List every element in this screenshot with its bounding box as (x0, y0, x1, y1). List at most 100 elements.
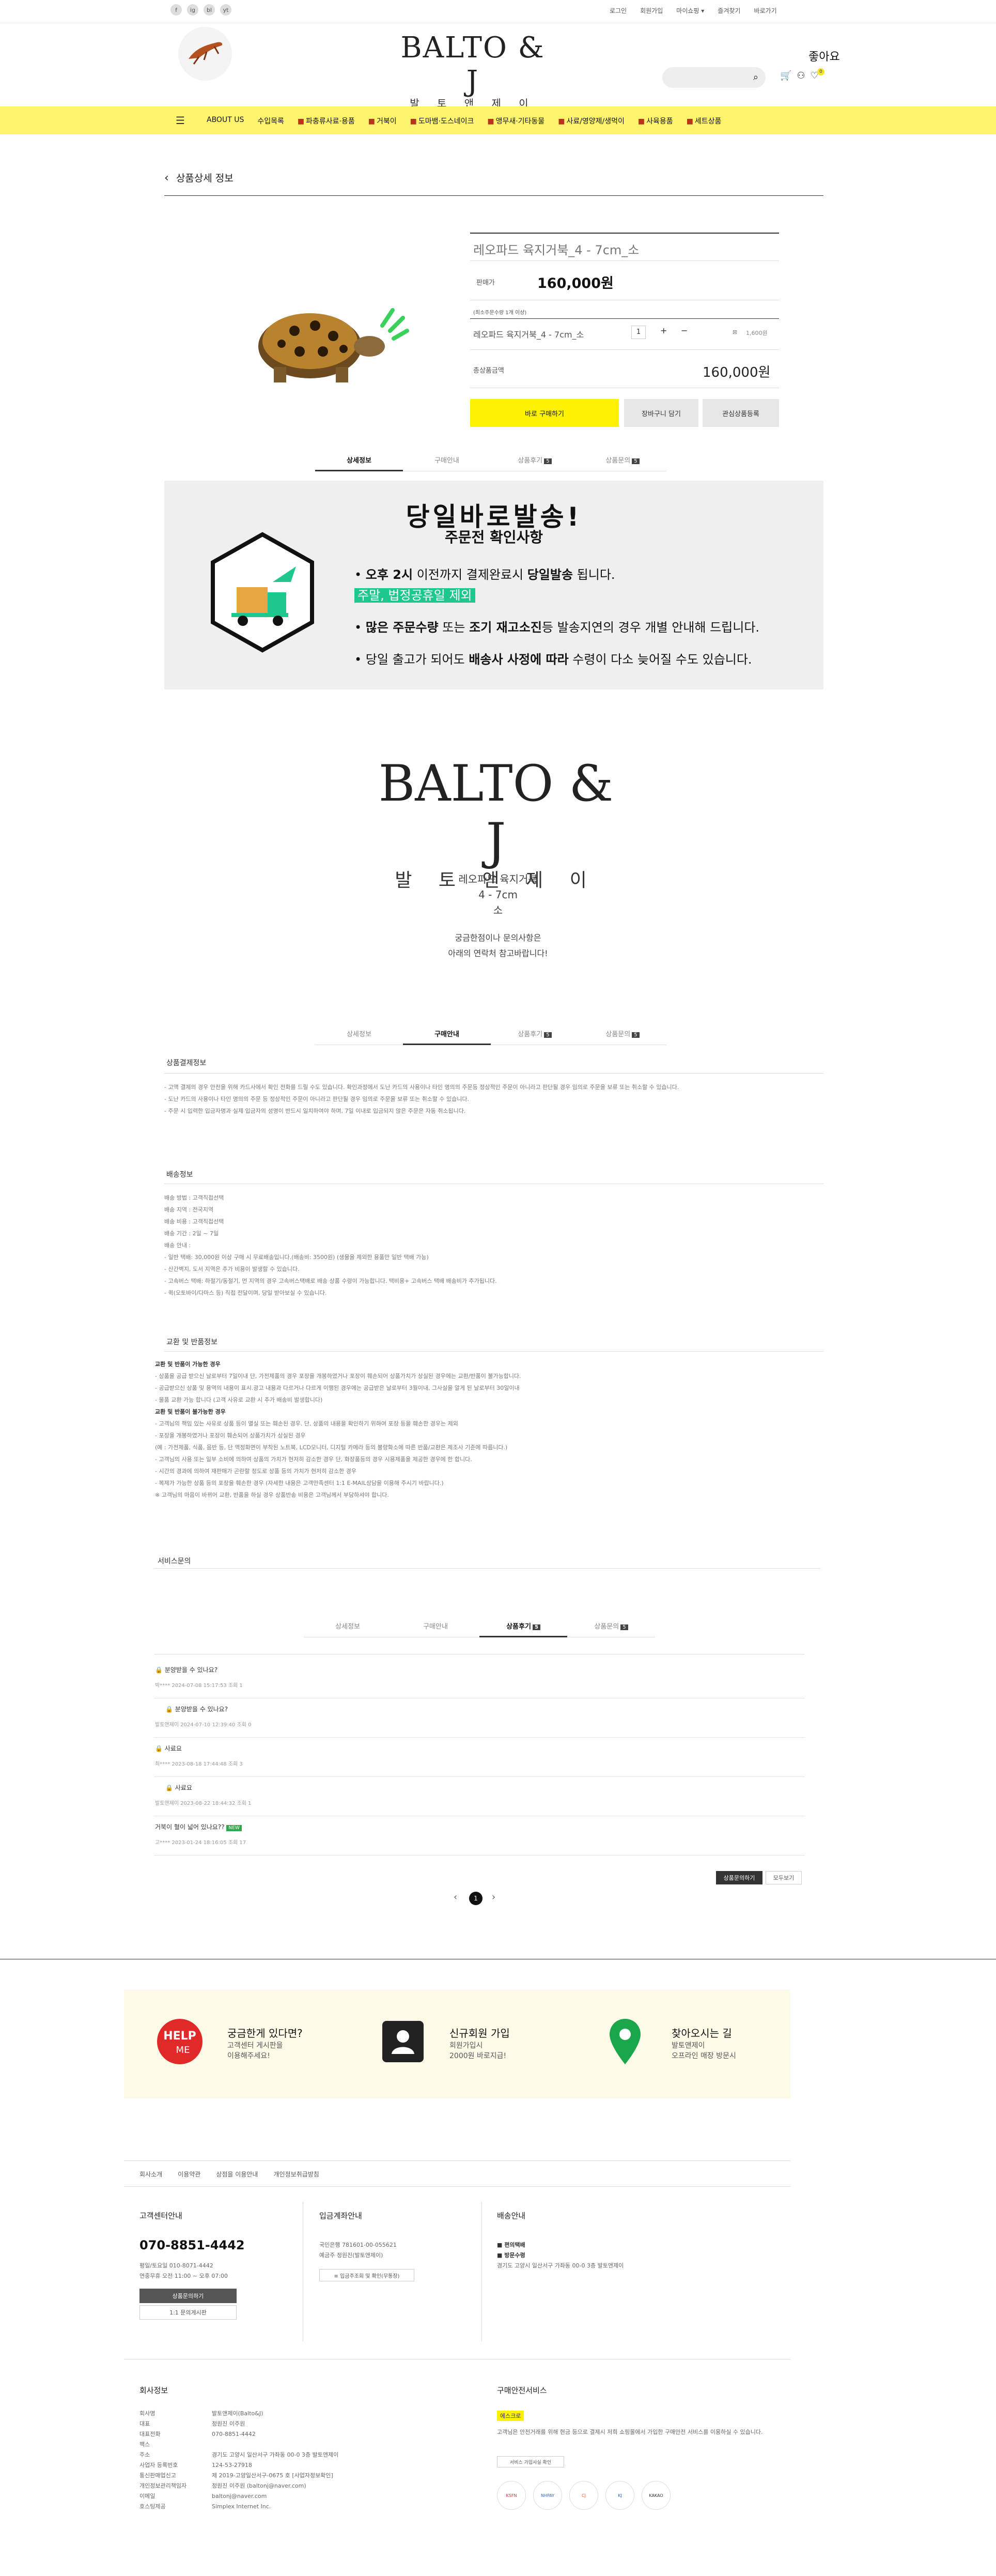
review-row[interactable]: 🔒 사료요 최**** 2023-08-18 17:44:48 조회 3 (154, 1738, 805, 1777)
tab-detail[interactable]: 상세정보 (315, 1023, 403, 1045)
bookmark-link[interactable]: 즐겨찾기 (718, 6, 740, 15)
location-card[interactable]: 찾아오시는 길 발토앤제이 오프라인 매장 방문시 (568, 1990, 790, 2098)
tab-detail[interactable]: 상세정보 (315, 450, 403, 471)
cs-title: 고객센터안내 (139, 2211, 182, 2220)
view-all-button[interactable]: 모두보기 (766, 1871, 802, 1884)
review-row[interactable]: 🔒 분양받을 수 있나요? 발토앤제이 2024-07-10 12:39:40 조… (154, 1698, 805, 1738)
return-info: 교환 및 반품이 가능한 경우 - 상품을 공급 받으신 날로부터 7일이내 단… (155, 1361, 521, 1498)
nav-item[interactable]: ABOUT US (207, 116, 244, 126)
tab-guide[interactable]: 구매안내 (403, 450, 491, 471)
review-title[interactable]: 🔒 분양받을 수 있나요? (165, 1705, 228, 1713)
write-inquiry-button[interactable]: 상품문의하기 (716, 1871, 762, 1884)
review-row[interactable]: 거북이 혈이 넓어 있나요?? NEW 고**** 2023-01-24 18:1… (154, 1816, 805, 1856)
review-title[interactable]: 🔒 사료요 (155, 1744, 182, 1753)
tab-review[interactable]: 상품후기 5 (479, 1616, 567, 1637)
review-title[interactable]: 🔒 분양받을 수 있나요? (155, 1665, 217, 1674)
top-links: 로그인 회원가입 마이쇼핑 ▾ 즐겨찾기 바로가기 (610, 6, 777, 15)
desc-line: 궁금한점이나 문의사항은 (455, 933, 541, 943)
banner-line-3: • 당일 출고가 되어도 배송사 사정에 따라 수령이 다소 늦어질 수도 있습… (354, 652, 752, 667)
card-title: 찾아오시는 길 (672, 2027, 732, 2040)
cs-board-button[interactable]: 1:1 문의게시판 (139, 2305, 237, 2320)
tab-detail[interactable]: 상세정보 (304, 1616, 392, 1637)
qty-minus-button[interactable]: − (681, 326, 688, 335)
blog-icon[interactable]: bl (204, 4, 215, 16)
tab-qna[interactable]: 상품문의 5 (579, 450, 666, 471)
return-title: 교환 및 반품정보 (166, 1338, 218, 1346)
tab-qna[interactable]: 상품문의 5 (567, 1616, 655, 1637)
tab-guide[interactable]: 구매안내 (392, 1616, 479, 1637)
bank-title: 입금계좌안내 (319, 2211, 362, 2220)
nav-item[interactable]: ■ 사료/영양제/생먹이 (558, 116, 625, 126)
add-cart-button[interactable]: 장바구니 담기 (624, 399, 698, 427)
cart-icon[interactable]: 🛒 (780, 70, 791, 81)
ship-info: ■ 편의택배 ■ 방문수령 경기도 고양시 일산서구 가좌동 00-0 3층 발토앤… (497, 2242, 624, 2269)
next-page-button[interactable]: › (492, 1892, 495, 1903)
search-input[interactable]: ⌕ (662, 67, 766, 88)
bank-info: 국민은행 781601-00-055621 예금주 정원진(발토앤제이) (319, 2242, 397, 2259)
instagram-icon[interactable]: ig (187, 4, 198, 16)
guide-tabs: 상세정보 구매안내 상품후기 5 상품문의 5 (315, 1023, 666, 1045)
page-1-button[interactable]: 1 (469, 1892, 483, 1905)
shortcut-link[interactable]: 바로가기 (754, 6, 776, 15)
buy-now-button[interactable]: 바로 구매하기 (470, 399, 619, 427)
card-subtitle: 발토앤제이 오프라인 매장 방문시 (672, 2042, 736, 2060)
prev-page-button[interactable]: ‹ (454, 1892, 457, 1903)
footer-link[interactable]: 회사소개 (139, 2170, 162, 2179)
nav-item[interactable]: ■ 세트상품 (687, 116, 722, 126)
wishlist-button[interactable]: 관심상품등록 (703, 399, 779, 427)
delivery-truck-icon (206, 530, 319, 654)
footer-link[interactable]: 상점을 이용안내 (216, 2170, 258, 2179)
bank-check-button[interactable]: ≡ 입금주조회 및 확인(무통장) (319, 2269, 414, 2281)
facebook-icon[interactable]: f (170, 4, 182, 16)
company-title: 회사정보 (139, 2386, 168, 2395)
back-icon[interactable]: ‹ (164, 172, 169, 185)
brand-logo[interactable]: BALTO & J 발 토 앤 제 이 (398, 31, 548, 110)
supplies-icon: ■ (637, 117, 645, 126)
nav-item[interactable]: 수입목록 (257, 116, 284, 126)
nav-item[interactable]: ■ 거북이 (368, 116, 397, 126)
review-title[interactable]: 거북이 혈이 넓어 있나요?? NEW (155, 1822, 242, 1831)
review-meta: 고**** 2023-01-24 18:16:05 조회 17 (155, 1840, 246, 1846)
partner-logo: KAKAO (642, 2481, 671, 2510)
banner-line-1: • 오후 2시 이전까지 결제완료시 당일발송 됩니다. (354, 568, 615, 582)
user-icon[interactable]: ⚇ (797, 70, 805, 81)
qty-plus-button[interactable]: + (660, 326, 667, 335)
nav-item[interactable]: ■ 도마뱀·도스네이크 (410, 116, 474, 126)
desc-line: 4 - 7cm (478, 888, 518, 901)
join-link[interactable]: 회원가입 (640, 6, 663, 15)
delete-icon[interactable]: ⊠ (733, 329, 737, 335)
menu-icon[interactable]: ☰ (176, 114, 185, 127)
nav-item[interactable]: ■ 파충류사료·용품 (298, 116, 355, 126)
review-title[interactable]: 🔒 사료요 (165, 1783, 192, 1792)
like-label[interactable]: 좋아요 (808, 48, 840, 64)
help-card[interactable]: HELP ME 궁금한게 있다면? 고객센터 게시판을 이용해주세요! (124, 1990, 346, 2098)
quantity-input[interactable]: 1 (631, 326, 646, 339)
youtube-icon[interactable]: yt (220, 4, 231, 16)
brand-logo-text: BALTO & J (400, 31, 545, 98)
desc-line: 레오파드 육지거북 (458, 873, 538, 885)
card-subtitle: 회원가입시 2000원 바로지급! (449, 2042, 507, 2060)
footer-link[interactable]: 개인정보취급방침 (273, 2170, 319, 2179)
footer-link[interactable]: 이용약관 (178, 2170, 200, 2179)
login-link[interactable]: 로그인 (610, 6, 627, 15)
review-row[interactable]: 🔒 분양받을 수 있나요? 박**** 2024-07-08 15:17:53 조… (154, 1659, 805, 1698)
cart-count: 0 (817, 68, 824, 75)
tab-qna[interactable]: 상품문의 5 (579, 1023, 666, 1045)
cs-phone: 070-8851-4442 (139, 2238, 245, 2252)
review-row[interactable]: 🔒 사료요 발토앤제이 2023-08-22 18:44:32 조회 1 (154, 1777, 805, 1816)
signup-card[interactable]: 신규회원 가입 회원가입시 2000원 바로지급! (346, 1990, 568, 2098)
cs-inquiry-button[interactable]: 상품문의하기 (139, 2289, 237, 2303)
search-icon[interactable]: ⌕ (753, 72, 758, 83)
tab-guide[interactable]: 구매안내 (403, 1023, 491, 1045)
contact-note: 궁금한점이나 문의사항은 아래의 연락처 참고바랍니다! (0, 930, 996, 961)
myshop-link[interactable]: 마이쇼핑 ▾ (676, 6, 704, 15)
payment-title: 상품결제정보 (166, 1059, 207, 1067)
nav-item[interactable]: ■ 사육용품 (638, 116, 673, 126)
lizard-logo[interactable] (178, 27, 232, 81)
banner-line-2: • 많은 주문수량 또는 조기 재고소진등 발송지연의 경우 개별 안내해 드립… (354, 620, 760, 635)
nav-item[interactable]: ■ 앵무새·기타동물 (487, 116, 544, 126)
tab-review[interactable]: 상품후기 5 (491, 450, 579, 471)
escrow-check-button[interactable]: 서비스 가입사실 확인 (497, 2456, 564, 2467)
tab-review[interactable]: 상품후기 5 (491, 1023, 579, 1045)
set-icon: ■ (686, 117, 693, 126)
